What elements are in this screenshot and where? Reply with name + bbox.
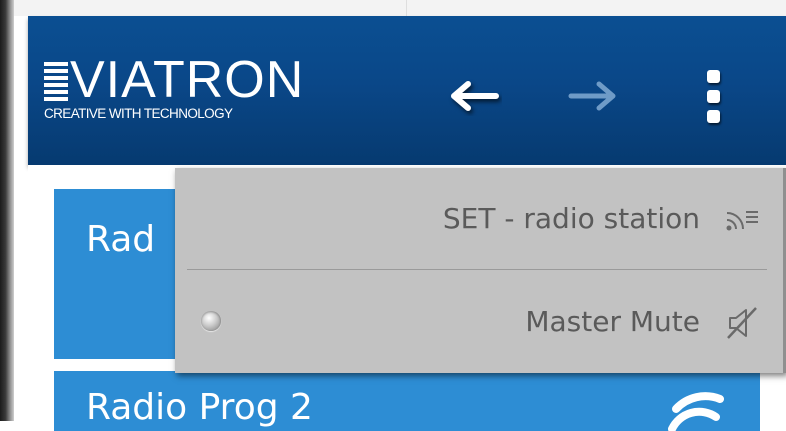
overflow-menu-button[interactable]: [688, 68, 738, 124]
logo-wordmark: VIATRON: [70, 51, 305, 109]
app-header: VIATRON CREATIVE WITH TECHNOLOGY: [28, 16, 786, 165]
logo-bars-icon: [44, 62, 68, 102]
menu-item-label: Master Mute: [525, 305, 700, 338]
menu-item-master-mute[interactable]: Master Mute: [175, 269, 780, 369]
top-strip: [14, 0, 786, 16]
menu-item-set-radio-station[interactable]: SET - radio station: [175, 168, 780, 268]
arrow-right-icon: [568, 81, 616, 111]
mute-icon: [727, 307, 757, 339]
overflow-dropdown-menu: SET - radio station Master Mute: [175, 168, 786, 373]
vertical-dots-icon: [706, 69, 720, 123]
forward-button[interactable]: [563, 68, 623, 124]
back-button[interactable]: [444, 68, 504, 124]
mute-radio-button[interactable]: [201, 311, 221, 331]
viatron-logo: VIATRON CREATIVE WITH TECHNOLOGY: [44, 51, 324, 128]
arrow-left-icon: [451, 81, 499, 111]
wifi-icon: [668, 392, 724, 431]
logo-tagline: CREATIVE WITH TECHNOLOGY: [44, 106, 233, 121]
menu-item-label: SET - radio station: [442, 202, 700, 235]
window-edge: [0, 0, 14, 421]
tile-label: Rad: [86, 219, 156, 260]
radio-station-icon: [726, 211, 758, 231]
radio-tile-2[interactable]: Radio Prog 2: [54, 371, 760, 431]
tile-label: Radio Prog 2: [86, 387, 313, 428]
